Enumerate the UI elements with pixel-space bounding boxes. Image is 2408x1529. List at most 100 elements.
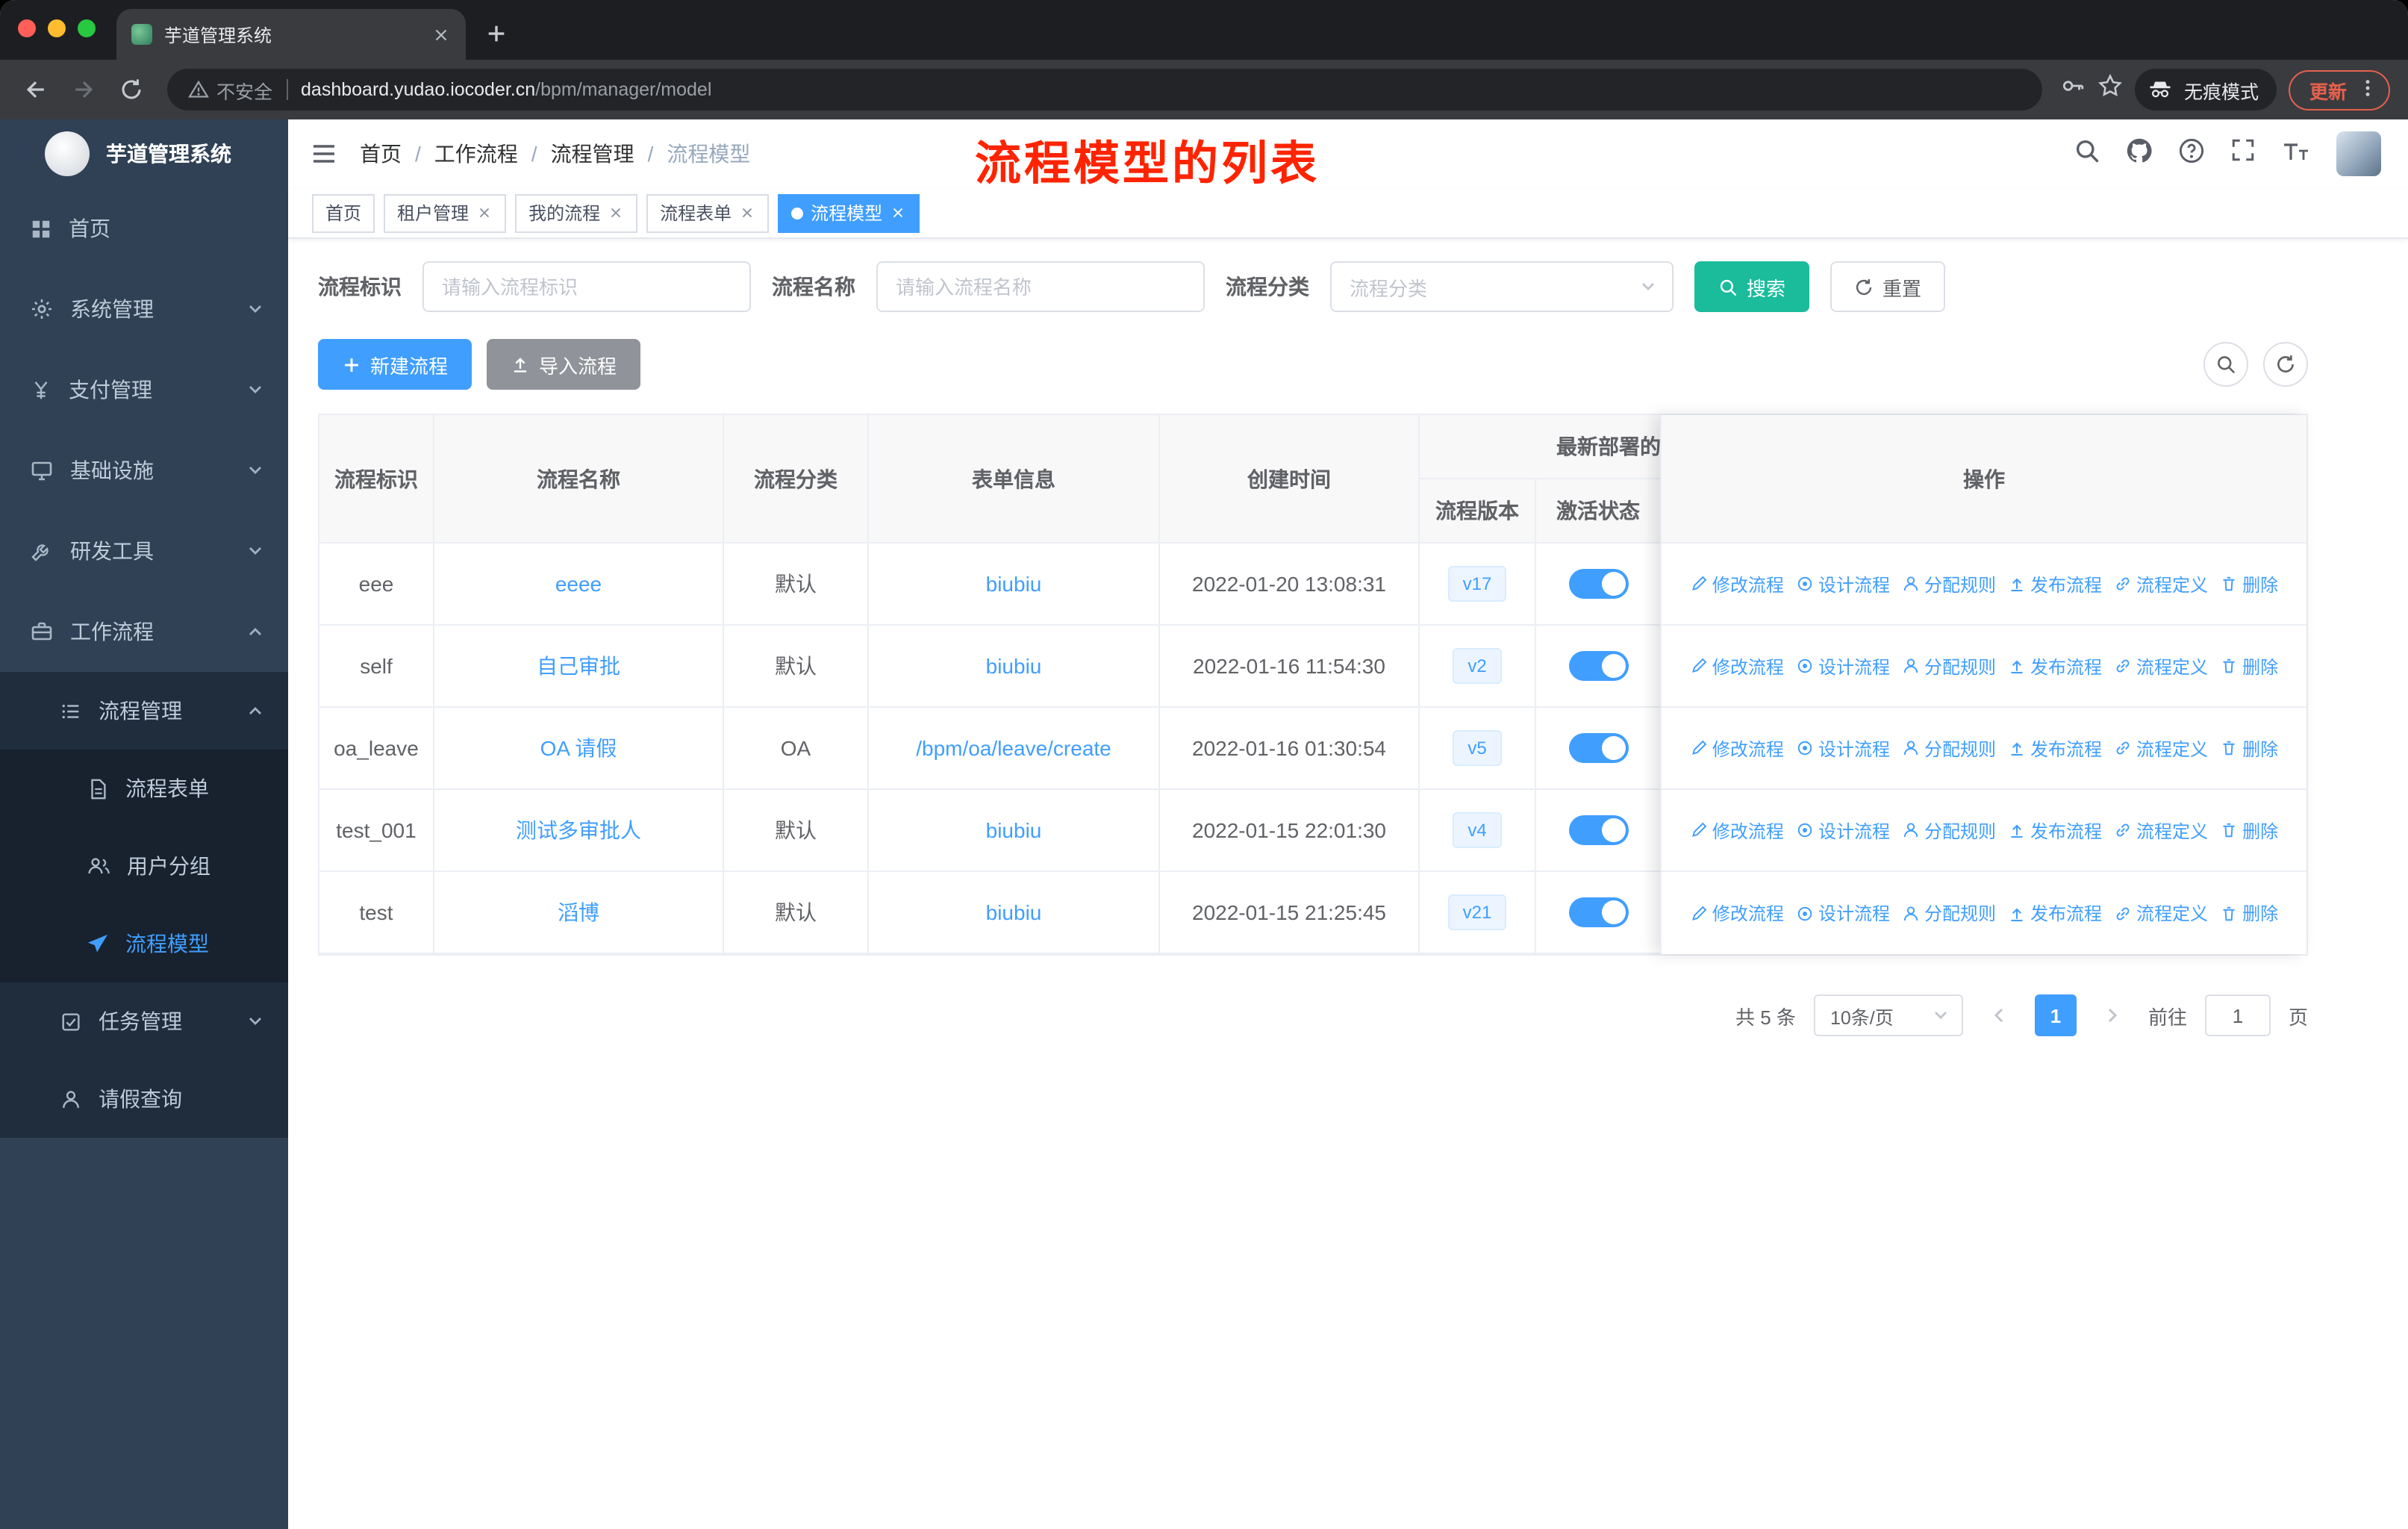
process-name-link[interactable]: 测试多审批人 bbox=[516, 815, 641, 845]
password-key-icon[interactable] bbox=[2060, 73, 2086, 106]
status-toggle[interactable] bbox=[1568, 651, 1628, 681]
sidebar-item-process-management[interactable]: 流程管理 bbox=[0, 672, 288, 750]
design-process-link[interactable]: 设计流程 bbox=[1796, 571, 1890, 597]
delete-process-link[interactable]: 删除 bbox=[2220, 818, 2278, 843]
publish-process-link[interactable]: 发布流程 bbox=[2008, 571, 2102, 597]
sidebar-item-infrastructure[interactable]: 基础设施 bbox=[0, 430, 288, 511]
status-toggle[interactable] bbox=[1568, 815, 1628, 845]
form-info-link[interactable]: biubiu bbox=[986, 572, 1042, 596]
sidebar-item-system[interactable]: 系统管理 bbox=[0, 269, 288, 349]
status-toggle[interactable] bbox=[1568, 733, 1628, 763]
browser-menu-icon[interactable] bbox=[2357, 77, 2378, 102]
process-definition-link[interactable]: 流程定义 bbox=[2114, 653, 2208, 679]
sidebar-item-payment[interactable]: 支付管理 bbox=[0, 349, 288, 430]
assign-rule-link[interactable]: 分配规则 bbox=[1902, 818, 1996, 843]
process-name-link[interactable]: 自己审批 bbox=[537, 651, 620, 681]
status-toggle[interactable] bbox=[1568, 897, 1628, 927]
breadcrumb-item[interactable]: 流程管理 bbox=[551, 139, 634, 169]
process-definition-link[interactable]: 流程定义 bbox=[2114, 900, 2208, 926]
tag-my-process[interactable]: 我的流程 bbox=[515, 193, 638, 232]
design-process-link[interactable]: 设计流程 bbox=[1796, 653, 1890, 679]
delete-process-link[interactable]: 删除 bbox=[2220, 571, 2278, 597]
form-info-link[interactable]: biubiu bbox=[986, 900, 1042, 924]
help-icon[interactable] bbox=[2178, 137, 2205, 171]
toggle-search-button[interactable] bbox=[2203, 342, 2248, 387]
tag-home[interactable]: 首页 bbox=[312, 193, 375, 232]
process-definition-link[interactable]: 流程定义 bbox=[2114, 735, 2208, 761]
address-bar[interactable]: 不安全 dashboard.yudao.iocoder.cn/bpm/manag… bbox=[167, 69, 2042, 110]
browser-update-button[interactable]: 更新 bbox=[2288, 69, 2390, 110]
sidebar-item-workflow[interactable]: 工作流程 bbox=[0, 591, 288, 672]
process-name-link[interactable]: OA 请假 bbox=[540, 733, 617, 763]
process-key-input[interactable] bbox=[422, 261, 751, 312]
goto-page-input[interactable] bbox=[2204, 994, 2271, 1036]
reset-button[interactable]: 重置 bbox=[1830, 261, 1946, 312]
refresh-table-button[interactable] bbox=[2263, 342, 2308, 387]
assign-rule-link[interactable]: 分配规则 bbox=[1902, 735, 1996, 761]
edit-process-link[interactable]: 修改流程 bbox=[1690, 571, 1784, 597]
publish-process-link[interactable]: 发布流程 bbox=[2008, 653, 2102, 679]
create-process-button[interactable]: 新建流程 bbox=[318, 339, 472, 390]
publish-process-link[interactable]: 发布流程 bbox=[2008, 818, 2102, 843]
tag-tenant[interactable]: 租户管理 bbox=[384, 193, 507, 232]
sidebar-toggle-icon[interactable] bbox=[309, 139, 339, 169]
design-process-link[interactable]: 设计流程 bbox=[1796, 818, 1890, 843]
close-icon[interactable] bbox=[890, 205, 906, 221]
assign-rule-link[interactable]: 分配规则 bbox=[1902, 653, 1996, 679]
close-icon[interactable] bbox=[608, 205, 624, 221]
design-process-link[interactable]: 设计流程 bbox=[1796, 900, 1890, 926]
process-name-link[interactable]: 滔博 bbox=[558, 897, 599, 927]
form-info-link[interactable]: biubiu bbox=[986, 818, 1042, 842]
tag-process-form[interactable]: 流程表单 bbox=[646, 193, 770, 232]
sidebar-item-process-form[interactable]: 流程表单 bbox=[0, 750, 288, 827]
delete-process-link[interactable]: 删除 bbox=[2220, 653, 2278, 679]
process-definition-link[interactable]: 流程定义 bbox=[2114, 571, 2208, 597]
browser-tab[interactable]: 芋道管理系统 bbox=[116, 9, 466, 60]
user-avatar[interactable] bbox=[2336, 131, 2381, 176]
prev-page-button[interactable] bbox=[1981, 994, 2017, 1036]
github-icon[interactable] bbox=[2126, 137, 2153, 171]
status-toggle[interactable] bbox=[1568, 569, 1628, 599]
edit-process-link[interactable]: 修改流程 bbox=[1690, 735, 1784, 761]
delete-process-link[interactable]: 删除 bbox=[2220, 735, 2278, 761]
search-button[interactable]: 搜索 bbox=[1694, 261, 1810, 312]
sidebar-item-dev-tools[interactable]: 研发工具 bbox=[0, 511, 288, 591]
sidebar-item-leave-query[interactable]: 请假查询 bbox=[0, 1060, 288, 1138]
font-size-icon[interactable] bbox=[2281, 138, 2311, 169]
process-name-link[interactable]: eeee bbox=[555, 572, 602, 596]
process-definition-link[interactable]: 流程定义 bbox=[2114, 818, 2208, 843]
sidebar-item-task-management[interactable]: 任务管理 bbox=[0, 983, 288, 1060]
current-page-button[interactable]: 1 bbox=[2034, 994, 2077, 1036]
publish-process-link[interactable]: 发布流程 bbox=[2008, 735, 2102, 761]
design-process-link[interactable]: 设计流程 bbox=[1796, 735, 1890, 761]
edit-process-link[interactable]: 修改流程 bbox=[1690, 818, 1784, 843]
reload-button[interactable] bbox=[113, 72, 149, 108]
process-category-select[interactable]: 流程分类 bbox=[1330, 261, 1674, 312]
next-page-button[interactable] bbox=[2094, 994, 2130, 1036]
form-info-link[interactable]: /bpm/oa/leave/create bbox=[916, 736, 1111, 760]
page-size-select[interactable]: 10条/页 bbox=[1813, 994, 1963, 1036]
security-indicator[interactable]: 不安全 bbox=[188, 75, 272, 104]
edit-process-link[interactable]: 修改流程 bbox=[1690, 900, 1784, 926]
publish-process-link[interactable]: 发布流程 bbox=[2008, 900, 2102, 926]
sidebar-item-user-group[interactable]: 用户分组 bbox=[0, 827, 288, 905]
fullscreen-icon[interactable] bbox=[2230, 137, 2256, 170]
process-name-input[interactable] bbox=[876, 261, 1205, 312]
minimize-window-button[interactable] bbox=[48, 19, 66, 37]
form-info-link[interactable]: biubiu bbox=[986, 654, 1042, 678]
forward-button[interactable] bbox=[66, 72, 102, 108]
bookmark-star-icon[interactable] bbox=[2097, 73, 2123, 106]
close-icon[interactable] bbox=[739, 205, 755, 221]
delete-process-link[interactable]: 删除 bbox=[2220, 900, 2278, 926]
tag-process-model[interactable]: 流程模型 bbox=[778, 193, 920, 232]
import-process-button[interactable]: 导入流程 bbox=[487, 339, 641, 390]
zoom-window-button[interactable] bbox=[78, 19, 96, 37]
close-window-button[interactable] bbox=[18, 19, 36, 37]
sidebar-item-process-model[interactable]: 流程模型 bbox=[0, 905, 288, 983]
assign-rule-link[interactable]: 分配规则 bbox=[1902, 571, 1996, 597]
assign-rule-link[interactable]: 分配规则 bbox=[1902, 900, 1996, 926]
sidebar-item-home[interactable]: 首页 bbox=[0, 188, 288, 269]
breadcrumb-item[interactable]: 首页 bbox=[360, 139, 402, 169]
close-icon[interactable] bbox=[476, 205, 493, 221]
tab-close-icon[interactable] bbox=[431, 25, 451, 44]
